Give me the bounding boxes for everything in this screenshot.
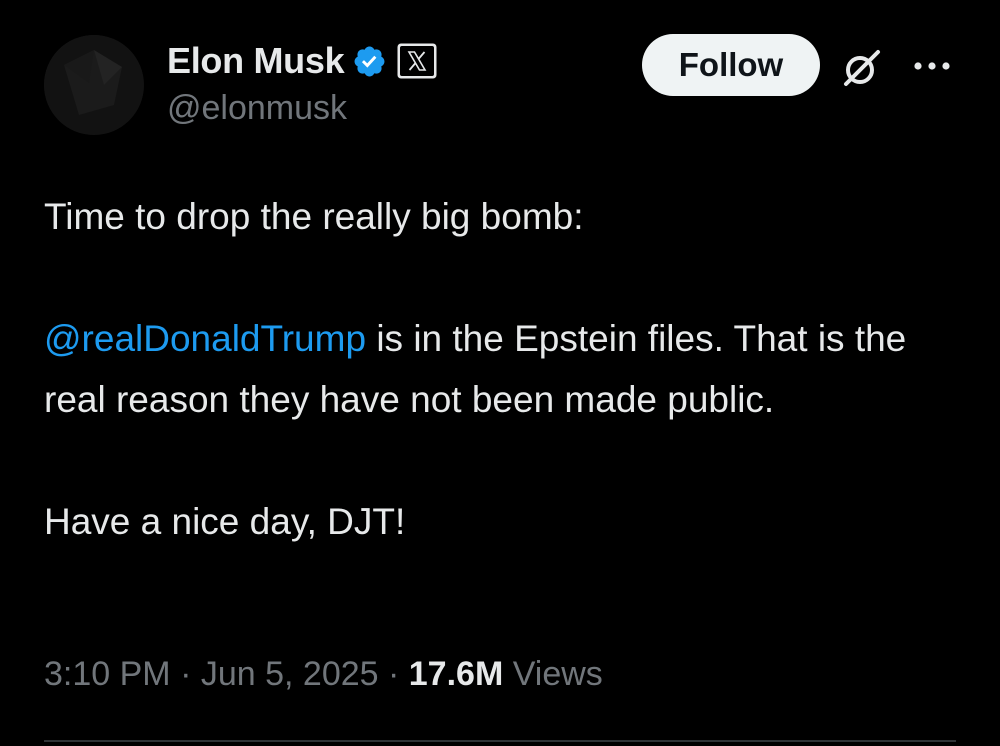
- name-row: Elon Musk: [167, 38, 607, 84]
- tweet-meta: 3:10 PM · Jun 5, 2025 · 17.6M Views: [44, 652, 603, 696]
- avatar-image: [44, 35, 144, 135]
- tweet: Elon Musk @elonmusk Follow Time to drop …: [0, 0, 1000, 746]
- follow-button[interactable]: Follow: [642, 34, 820, 96]
- avatar[interactable]: [44, 35, 144, 135]
- views-count[interactable]: 17.6M: [409, 655, 504, 693]
- tweet-line-3: Have a nice day, DJT!: [44, 501, 406, 542]
- divider: [44, 740, 956, 742]
- tweet-time[interactable]: 3:10 PM: [44, 655, 171, 693]
- mention-link[interactable]: @realDonaldTrump: [44, 318, 366, 359]
- more-options-icon[interactable]: [912, 56, 952, 76]
- views-label: Views: [503, 655, 603, 693]
- display-name[interactable]: Elon Musk: [167, 40, 345, 82]
- tweet-line-1: Time to drop the really big bomb:: [44, 196, 584, 237]
- verified-badge-icon[interactable]: [352, 44, 387, 79]
- x-logo-icon[interactable]: [397, 43, 437, 79]
- author-block: Elon Musk @elonmusk: [167, 38, 607, 128]
- tweet-date[interactable]: Jun 5, 2025: [201, 655, 379, 693]
- tweet-paragraph-2: @realDonaldTrump is in the Epstein files…: [44, 308, 974, 430]
- handle[interactable]: @elonmusk: [167, 88, 607, 128]
- meta-separator: ·: [378, 655, 409, 693]
- meta-separator: ·: [170, 655, 201, 693]
- grok-icon[interactable]: [840, 46, 884, 90]
- tweet-text: Time to drop the really big bomb: @realD…: [44, 186, 974, 552]
